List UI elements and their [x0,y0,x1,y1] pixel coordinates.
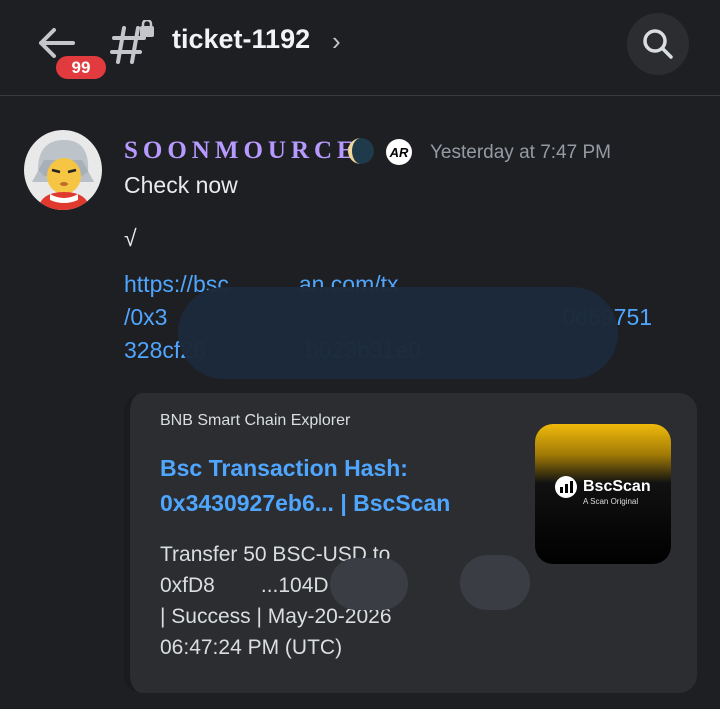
embed-thumbnail[interactable]: BscScan A Scan Original [535,424,671,564]
embed-description-line: | Success | May-20-2026 [160,605,392,628]
channel-header: 99 ticket-1192 › [0,0,720,96]
locked-hashtag-icon [110,20,154,64]
embed-title-line[interactable]: 0x3430927eb6... | BscScan [160,486,500,521]
embed-description-line: ...104D [260,574,329,597]
role-badge-icon: AR [386,139,412,165]
bscscan-logo-icon [555,476,577,498]
avatar[interactable] [24,130,102,210]
link-segment[interactable]: /0x3 [124,304,167,330]
search-icon [643,29,673,59]
embed-title-line[interactable]: Bsc Transaction Hash: [160,451,500,486]
embed-description-line: 0xfD8 [160,574,215,597]
thumbnail-brand: BscScan [583,478,651,495]
redaction-blur [330,558,408,610]
message-timestamp: Yesterday at 7:47 PM [430,142,611,163]
redaction-blur [460,555,530,610]
embed-description-line: 06:47:24 PM (UTC) [160,636,343,659]
embed-description: Transfer 50 BSC-USD to 0xfD8...104D4d | … [160,539,460,663]
bscscan-logo: BscScan [555,476,651,498]
embed-title[interactable]: Bsc Transaction Hash: 0x3430927eb6... | … [160,451,500,521]
unread-badge: 99 [53,53,109,82]
search-button[interactable] [627,13,689,75]
channel-name[interactable]: ticket-1192 [172,24,310,55]
embed-description-line: Transfer 50 BSC-USD to [160,543,391,566]
moon-icon [348,138,374,164]
link-embed[interactable]: BNB Smart Chain Explorer Bsc Transaction… [124,393,697,693]
thumbnail-tagline: A Scan Original [583,497,639,506]
redaction-blur [178,287,618,379]
message-text: Check now [124,172,238,198]
message-check-mark: √ [124,225,137,251]
username[interactable]: SOONMOURCE [124,137,359,165]
embed-provider[interactable]: BNB Smart Chain Explorer [160,412,350,430]
chevron-right-icon[interactable]: › [332,26,341,57]
